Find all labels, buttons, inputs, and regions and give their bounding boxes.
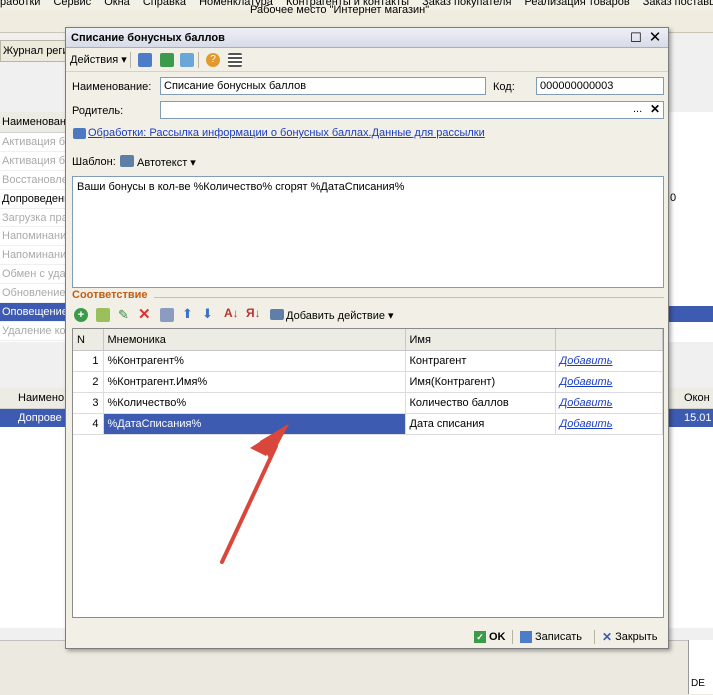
annotation-arrow-icon	[220, 424, 289, 564]
